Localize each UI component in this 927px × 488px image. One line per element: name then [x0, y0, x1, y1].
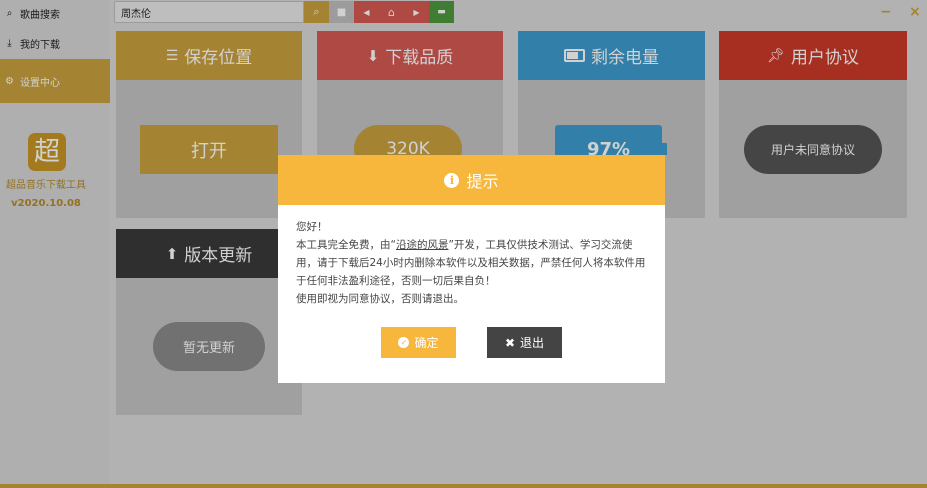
- close-icon: ✖: [504, 335, 516, 350]
- check-circle-icon: ✓: [398, 337, 410, 348]
- dialog-agreement-note: 使用即视为同意协议，否则请退出。: [296, 293, 464, 305]
- notice-dialog: i 提示 您好！ 本工具完全免费，由“沿途的风景”开发，工具仅供技术测试、学习交…: [278, 155, 665, 383]
- dialog-title: 提示: [466, 172, 499, 191]
- dialog-header: i 提示: [278, 155, 665, 205]
- confirm-button[interactable]: ✓ 确定: [381, 327, 456, 358]
- dialog-disclaimer: 本工具完全免费，由“沿途的风景”开发，工具仅供技术测试、学习交流使用，请于下载后…: [296, 239, 646, 287]
- dialog-body: 您好！ 本工具完全免费，由“沿途的风景”开发，工具仅供技术测试、学习交流使用，请…: [296, 218, 652, 308]
- exit-button[interactable]: ✖ 退出: [487, 327, 562, 358]
- dialog-greeting: 您好！: [296, 221, 328, 233]
- author-name: 沿途的风景: [395, 239, 449, 251]
- info-icon: i: [444, 172, 460, 188]
